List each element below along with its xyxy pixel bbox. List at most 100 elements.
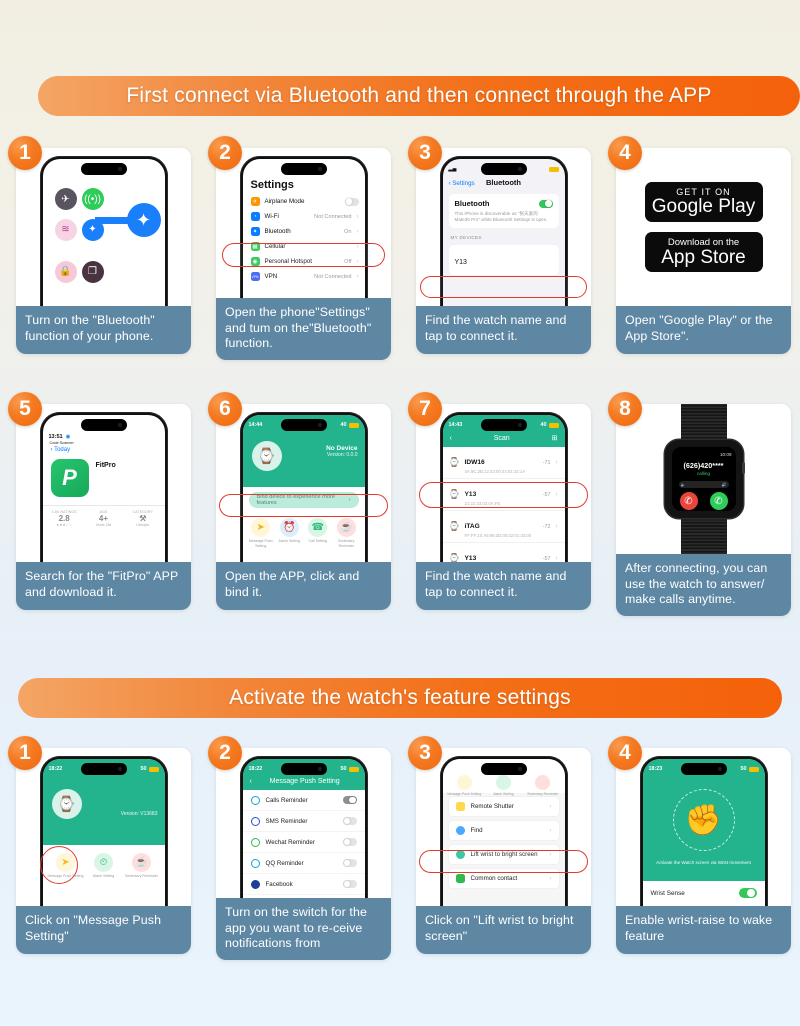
- stat-sub: Lifestyle: [136, 523, 150, 527]
- chevron-right-icon: ›: [555, 523, 558, 530]
- wrist-sense-label: Wrist Sense: [650, 889, 685, 897]
- push-row-wechat[interactable]: Wechat Reminder: [242, 832, 365, 853]
- scan-device-row[interactable]: ⌚ IDW16 4A:9C:2B:12:33:00:44:01:22:1A -7…: [442, 447, 565, 479]
- wifi-icon: ◔: [250, 212, 260, 221]
- feature-sedentary[interactable]: ☕ Sedentary Reminder: [123, 853, 161, 879]
- stat-sub: ★★★☆☆: [56, 523, 73, 527]
- feature-alarm[interactable]: Alarm Setting: [484, 775, 523, 796]
- device-rssi: -72: [542, 523, 551, 530]
- step-number-badge: 2: [208, 136, 242, 170]
- watch-time: 10:09: [720, 452, 732, 457]
- airdrop-icon[interactable]: ((•)): [81, 188, 104, 210]
- qr-scan-icon[interactable]: ⊞: [552, 434, 558, 442]
- phone-mock: 13:51 ◉ Code Scanner ‹ Today P FitPro 3.…: [39, 412, 168, 562]
- volume-slider[interactable]: 🔈 🔊: [678, 481, 729, 488]
- find-icon: [455, 826, 465, 835]
- step-number-badge: 1: [8, 136, 42, 170]
- screenshot-fitpro-features: 18:22 50 ⌚ Version: V13683 ➤ Message Pus…: [16, 748, 191, 906]
- step-caption: Enable wrist-raise to wake feature: [616, 906, 791, 954]
- watch-body: 10:09 (626)420**** calling 🔈 🔊 ✆ ✆: [664, 440, 745, 518]
- scan-device-row[interactable]: ⌚ iTAG FF:FF:10:A5:86:3D:00:02:01:33:00 …: [442, 511, 565, 543]
- feature-sedentary[interactable]: Sedentary Reminder: [523, 775, 562, 796]
- screen-mirror-icon[interactable]: ❐: [81, 260, 104, 283]
- feature-message-push[interactable]: Message Push Setting: [445, 775, 484, 796]
- sms-reminder-toggle[interactable]: [342, 817, 357, 825]
- back-to-today[interactable]: ‹ Today: [43, 445, 165, 455]
- wechat-reminder-toggle[interactable]: [342, 838, 357, 846]
- status-time: 18:22: [248, 766, 263, 772]
- my-devices-header: MY DEVICES: [450, 235, 482, 240]
- back-button[interactable]: ‹: [450, 435, 452, 442]
- device-mac: FF:FF:10:A5:86:3D:00:02:01:33:00: [464, 533, 532, 538]
- phone-decline-icon[interactable]: ✆: [679, 492, 698, 510]
- notch: [280, 419, 327, 431]
- screenshot-fitpro-home: 14:44 40 ⌚ No Device Version: 0.0.0 Bind…: [216, 404, 391, 562]
- rotation-lock-icon[interactable]: 🔒: [54, 260, 77, 283]
- notch: [680, 763, 727, 775]
- control-center-lock-tile[interactable]: 🔒 ❐: [49, 255, 109, 306]
- scan-title: Scan: [493, 434, 510, 442]
- chevron-right-icon: ›: [555, 459, 558, 466]
- phone-mock: ▂▄ 75% ✈ ((•)) ≋ ✦ 🔒 ❐ ✦: [39, 156, 168, 306]
- feature-sedentary[interactable]: ☕ Sedentary Reminder: [332, 518, 361, 549]
- scan-device-row[interactable]: ⌚ Y13 21:22:33:03:0A:FE -57 ›: [443, 543, 565, 562]
- bluetooth-toggle[interactable]: [538, 199, 553, 208]
- feature-row-find[interactable]: Find ›: [447, 820, 560, 841]
- airplane-icon[interactable]: ✈: [54, 188, 77, 210]
- settings-row-bluetooth[interactable]: ✦ Bluetooth On ›: [243, 224, 365, 239]
- feature-label: Alarm Setting: [278, 539, 301, 543]
- battery-icon: [348, 422, 359, 428]
- screenshot-ios-settings: Settings ✈ Airplane Mode ◔ Wi-Fi Not Con…: [216, 148, 391, 298]
- google-play-badge[interactable]: GET IT ON Google Play: [644, 182, 763, 222]
- wifi-icon[interactable]: ≋: [54, 218, 77, 241]
- push-row-sms[interactable]: SMS Reminder: [242, 811, 365, 832]
- settings-row-wifi[interactable]: ◔ Wi-Fi Not Connected ›: [243, 209, 365, 224]
- calls-reminder-toggle[interactable]: [342, 796, 357, 804]
- step-number-badge: 2: [208, 736, 242, 770]
- app-store-badge[interactable]: Download on the App Store: [644, 232, 763, 272]
- feature-row-label: Common contact: [470, 875, 518, 882]
- feature-message-push[interactable]: ➤ Message Push Setting: [247, 518, 276, 549]
- wrist-sense-toggle[interactable]: [738, 888, 757, 898]
- qq-reminder-toggle[interactable]: [342, 859, 357, 867]
- settings-row-airplane[interactable]: ✈ Airplane Mode: [243, 194, 365, 209]
- settings-row-vpn[interactable]: VPN VPN Not Connected ›: [243, 269, 365, 284]
- watch-band-top: [680, 404, 727, 440]
- chevron-right-icon: ›: [549, 827, 552, 834]
- airplane-toggle[interactable]: [344, 197, 359, 206]
- device-name: IDW16: [464, 459, 485, 466]
- sedentary-icon: ☕: [132, 853, 151, 872]
- status-time: 14:43: [448, 422, 463, 428]
- notch: [480, 163, 527, 175]
- feature-call[interactable]: ☎ Call Setting: [304, 518, 333, 549]
- step-caption: Open "Google Play" or the App Store".: [616, 306, 791, 354]
- screenshot-feature-list: Message Push Setting Alarm Setting Seden…: [416, 748, 591, 906]
- push-row-label: Facebook: [265, 880, 293, 888]
- push-row-facebook[interactable]: Facebook: [242, 874, 365, 895]
- settings-row-value: Not Connected: [314, 273, 352, 280]
- stat-value: ⚒: [139, 514, 147, 523]
- feature-row-remote-shutter[interactable]: Remote Shutter ›: [447, 796, 560, 817]
- back-button[interactable]: ‹ Settings: [449, 180, 475, 187]
- feature-alarm[interactable]: ⏰ Alarm Setting: [275, 518, 304, 549]
- control-center-brightness-tile[interactable]: [114, 255, 158, 306]
- highlight-ring-bluetooth: [222, 243, 385, 267]
- step-number-badge: 3: [408, 736, 442, 770]
- feature-alarm[interactable]: ⏲ Alarm Setting: [85, 853, 123, 879]
- wrist-sense-row[interactable]: Wrist Sense: [642, 881, 765, 905]
- settings-row-label: Airplane Mode: [264, 198, 305, 205]
- step-caption: Turn on the switch for the app you want …: [216, 898, 391, 960]
- push-row-qq[interactable]: QQ Reminder: [242, 853, 365, 874]
- feature-label: Sedentary Reminder: [338, 539, 355, 548]
- notch: [280, 763, 327, 775]
- page-title: Message Push Setting: [269, 778, 340, 785]
- camera-icon: [455, 802, 465, 811]
- highlight-ring-device: [420, 276, 587, 298]
- caller-number: (626)420****: [683, 461, 724, 470]
- call-icon: ☎: [308, 518, 328, 537]
- app-store-label: App Store: [661, 246, 746, 268]
- device-row-y13[interactable]: Y13: [448, 245, 559, 275]
- push-row-calls[interactable]: Calls Reminder: [242, 790, 365, 811]
- phone-accept-icon[interactable]: ✆: [709, 492, 728, 510]
- facebook-toggle[interactable]: [342, 880, 357, 888]
